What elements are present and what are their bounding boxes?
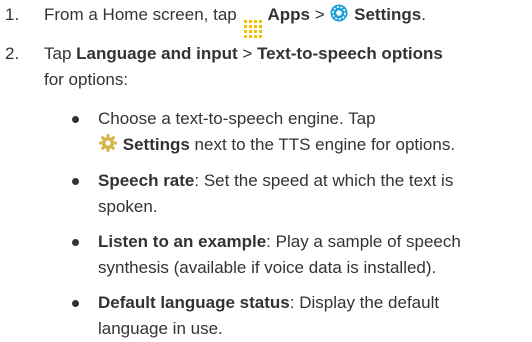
- bullet-text: Default language status: Display the def…: [98, 290, 532, 342]
- settings-gear-icon: [329, 3, 349, 23]
- step-suffix: .: [421, 5, 426, 24]
- menu-separator: >: [242, 44, 253, 63]
- bullet-line-1-rest: : Set the speed at which the text is: [194, 171, 454, 190]
- bullet-line-2: next to the TTS engine for options.: [194, 135, 456, 154]
- bullet-line-2: spoken.: [98, 197, 158, 216]
- bullet-line-1-rest: : Display the default: [289, 293, 440, 312]
- bullet-term: Speech rate: [98, 171, 195, 190]
- step-text: From a Home screen, tap Apps > Settings.: [44, 2, 532, 38]
- step-prefix: Tap: [44, 44, 72, 63]
- bullet-text: Choose a text-to-speech engine. Tap Sett…: [98, 106, 532, 158]
- bullet-line-1-rest: : Play a sample of speech: [266, 232, 461, 251]
- bullet-term: Default language status: [98, 293, 290, 312]
- apps-grid-icon: [244, 20, 264, 38]
- language-and-input-label: Language and input: [76, 44, 238, 63]
- gear-icon: [98, 133, 118, 153]
- settings-label: Settings: [122, 135, 190, 154]
- bullet-text: Speech rate: Set the speed at which the …: [98, 168, 532, 220]
- menu-separator: >: [314, 5, 325, 24]
- apps-label: Apps: [267, 5, 310, 24]
- step-number: 2.: [5, 44, 20, 63]
- step-prefix: From a Home screen, tap: [44, 5, 237, 24]
- tts-options-label: Text-to-speech options: [257, 44, 443, 63]
- bullet-line-2: synthesis (available if voice data is in…: [98, 258, 437, 277]
- bullet-dot: [72, 239, 79, 246]
- step-line-2: for options:: [44, 70, 129, 89]
- bullet-line-2: language in use.: [98, 319, 223, 338]
- bullet-dot: [72, 300, 79, 307]
- settings-label: Settings: [354, 5, 422, 24]
- step-number: 1.: [5, 5, 20, 24]
- bullet-term: Listen to an example: [98, 232, 267, 251]
- bullet-dot: [72, 178, 79, 185]
- bullet-dot: [72, 116, 79, 123]
- step-text: Tap Language and input > Text-to-speech …: [44, 41, 532, 93]
- bullet-line-1: Choose a text-to-speech engine. Tap: [98, 109, 376, 128]
- bullet-text: Listen to an example: Play a sample of s…: [98, 229, 532, 281]
